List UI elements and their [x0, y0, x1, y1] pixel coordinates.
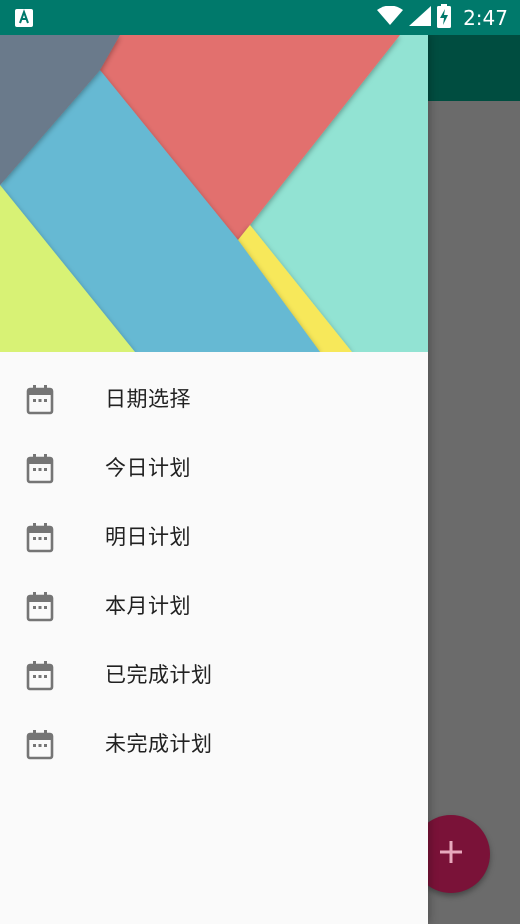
calendar-icon [26, 661, 54, 691]
status-icons: 2:47 [377, 0, 508, 35]
menu-item-uncompleted-plan[interactable]: 未完成计划 [0, 710, 428, 779]
menu-item-month-plan[interactable]: 本月计划 [0, 572, 428, 641]
signal-icon [409, 5, 432, 30]
menu-item-label: 未完成计划 [105, 732, 213, 756]
status-time: 2:47 [463, 5, 508, 30]
calendar-icon [26, 730, 54, 760]
wifi-icon [377, 5, 404, 30]
menu-item-label: 明日计划 [105, 525, 191, 549]
calendar-icon [26, 385, 54, 415]
drawer-menu: 日期选择 今日计划 明日计划 本月计划 已完成计划 未完成计划 [0, 352, 428, 779]
material-geometric-background [0, 35, 428, 352]
status-bar: 2:47 [0, 0, 520, 35]
menu-item-label: 日期选择 [105, 387, 191, 411]
menu-item-date-select[interactable]: 日期选择 [0, 365, 428, 434]
menu-item-label: 今日计划 [105, 456, 191, 480]
menu-item-today-plan[interactable]: 今日计划 [0, 434, 428, 503]
calendar-icon [26, 454, 54, 484]
menu-item-label: 本月计划 [105, 594, 191, 618]
battery-charging-icon [437, 3, 452, 32]
menu-item-completed-plan[interactable]: 已完成计划 [0, 641, 428, 710]
menu-item-label: 已完成计划 [105, 663, 213, 687]
navigation-drawer: 日期选择 今日计划 明日计划 本月计划 已完成计划 未完成计划 [0, 35, 428, 924]
menu-item-tomorrow-plan[interactable]: 明日计划 [0, 503, 428, 572]
plus-icon [438, 839, 464, 869]
app-notification-icon [14, 8, 34, 32]
calendar-icon [26, 523, 54, 553]
calendar-icon [26, 592, 54, 622]
drawer-header-image [0, 35, 428, 352]
